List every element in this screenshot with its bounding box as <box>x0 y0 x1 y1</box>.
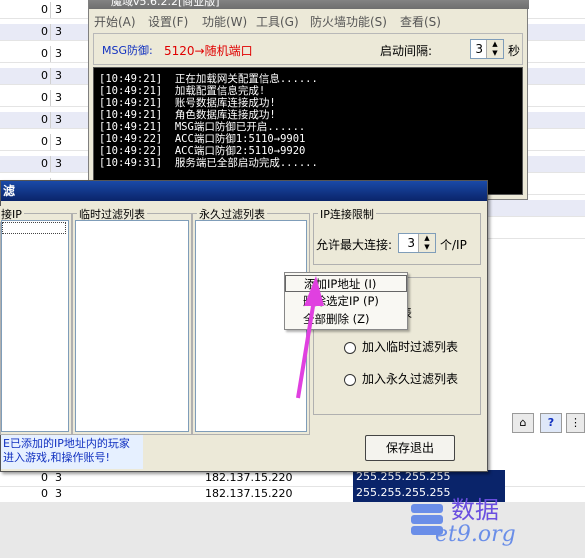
radio-temp-label: 加入临时过滤列表 <box>362 340 459 354</box>
column-divider <box>50 24 51 40</box>
radio-perm-filter[interactable]: 加入永久过滤列表 <box>344 370 458 387</box>
cell-count-a: 0 <box>41 3 48 16</box>
table-row[interactable]: 0 3 182.137.15.220 255.255.255.255 <box>0 470 585 487</box>
cell-count-b: 3 <box>55 471 62 484</box>
spin-down-icon[interactable]: ▼ <box>487 49 503 58</box>
spin-up-icon[interactable]: ▲ <box>487 40 503 49</box>
cell-ip: 182.137.15.220 <box>205 487 293 500</box>
cell-mask: 255.255.255.255 <box>353 470 505 486</box>
ip-limit-group: IP连接限制 允许最大连接: 3 ▲ ▼ 个/IP <box>313 206 481 265</box>
temp-filter-group: 临时过滤列表 <box>72 206 192 435</box>
watermark-domain: et9.org <box>435 522 516 547</box>
cell-count-b: 3 <box>55 135 62 148</box>
spin-up-icon[interactable]: ▲ <box>419 234 435 243</box>
column-divider <box>50 156 51 172</box>
server-window: 魔域v5.6.2.2[商业版] 开始(A) 设置(F) 功能(W) 工具(G) … <box>88 0 529 200</box>
filter-dialog-titlebar: 滤 <box>1 181 487 201</box>
connected-ip-list[interactable] <box>1 220 69 432</box>
ip-limit-title: IP连接限制 <box>318 206 376 222</box>
column-divider <box>50 134 51 150</box>
cell-count-b: 3 <box>55 487 62 500</box>
column-divider <box>50 2 51 18</box>
column-divider <box>50 46 51 62</box>
network-icon[interactable]: ⌂ <box>512 413 534 433</box>
log-console: [10:49:21] 正在加载网关配置信息...... [10:49:21] 加… <box>93 67 523 195</box>
server-window-title: 魔域v5.6.2.2[商业版] <box>111 0 220 8</box>
annotation-arrow <box>296 276 324 399</box>
column-divider <box>50 68 51 84</box>
cell-count-a: 0 <box>41 487 48 500</box>
help-icon[interactable]: ? <box>540 413 562 433</box>
interval-spin-buttons[interactable]: ▲ ▼ <box>486 40 503 58</box>
menu-firewall[interactable]: 防火墙功能(S) <box>310 13 387 30</box>
filter-note: E已添加的IP地址内的玩家 进入游戏,和操作账号! <box>1 435 143 469</box>
save-exit-button[interactable]: 保存退出 <box>365 435 455 461</box>
menu-start[interactable]: 开始(A) <box>94 13 136 30</box>
radio-circle-icon[interactable] <box>344 373 356 386</box>
cell-count-a: 0 <box>41 91 48 104</box>
menu-functions[interactable]: 功能(W) <box>202 13 247 30</box>
max-conn-spin-buttons[interactable]: ▲ ▼ <box>418 234 435 252</box>
interval-spinner[interactable]: 3 ▲ ▼ <box>470 39 504 59</box>
note-line-1: E已添加的IP地址内的玩家 <box>3 437 130 450</box>
menu-bar: 开始(A) 设置(F) 功能(W) 工具(G) 防火墙功能(S) 查看(S) <box>89 11 527 31</box>
max-conn-unit: 个/IP <box>440 238 467 252</box>
cell-count-a: 0 <box>41 113 48 126</box>
cell-count-b: 3 <box>55 25 62 38</box>
interval-unit: 秒 <box>508 44 521 58</box>
temp-filter-list[interactable] <box>75 220 189 432</box>
column-divider <box>50 90 51 106</box>
watermark: 数据 et9.org <box>405 490 585 550</box>
arrow-head-icon <box>304 276 324 306</box>
max-conn-spinner[interactable]: 3 ▲ ▼ <box>398 233 436 253</box>
watermark-brand: 数据 <box>451 496 499 524</box>
menu-settings[interactable]: 设置(F) <box>148 13 188 30</box>
cell-count-b: 3 <box>55 157 62 170</box>
cell-count-b: 3 <box>55 69 62 82</box>
max-conn-label: 允许最大连接: <box>316 238 393 252</box>
menu-view[interactable]: 查看(S) <box>400 13 441 30</box>
radio-circle-icon[interactable] <box>344 341 356 354</box>
msg-defense-label: MSG防御: <box>102 44 153 57</box>
ip-filter-dialog: 滤 接IP 临时过滤列表 永久过滤列表 IP连接限制 允许最大连接: 3 ▲ ▼ … <box>0 180 488 472</box>
filter-dialog-title: 滤 <box>3 184 16 198</box>
list-focus-row[interactable] <box>2 222 66 234</box>
log-line: [10:49:31] 服务端已全部启动完成...... <box>99 157 318 169</box>
note-line-2: 进入游戏,和操作账号! <box>3 451 110 464</box>
cell-count-b: 3 <box>55 113 62 126</box>
more-icon[interactable]: ⋮ <box>566 413 585 433</box>
radio-temp-filter[interactable]: 加入临时过滤列表 <box>344 338 458 355</box>
cell-count-a: 0 <box>41 25 48 38</box>
cell-count-a: 0 <box>41 135 48 148</box>
cell-count-a: 0 <box>41 157 48 170</box>
cell-count-a: 0 <box>41 47 48 60</box>
radio-perm-label: 加入永久过滤列表 <box>362 372 459 386</box>
interval-label: 启动间隔: <box>380 44 433 58</box>
cell-count-b: 3 <box>55 3 62 16</box>
arrow-shaft <box>296 299 316 399</box>
cell-count-a: 0 <box>41 471 48 484</box>
spin-down-icon[interactable]: ▼ <box>419 243 435 252</box>
cell-ip: 182.137.15.220 <box>205 471 293 484</box>
status-panel: MSG防御: 5120→随机端口 启动间隔: 3 ▲ ▼ 秒 <box>93 33 523 65</box>
cell-count-a: 0 <box>41 69 48 82</box>
cell-count-b: 3 <box>55 47 62 60</box>
cell-count-b: 3 <box>55 91 62 104</box>
menu-tools[interactable]: 工具(G) <box>256 13 299 30</box>
connected-ip-group: 接IP <box>0 206 72 435</box>
msg-defense-value: 5120→随机端口 <box>164 44 253 58</box>
server-window-titlebar: 魔域v5.6.2.2[商业版] <box>89 0 529 9</box>
interval-value: 3 <box>475 42 483 56</box>
max-conn-value: 3 <box>407 236 415 250</box>
column-divider <box>50 112 51 128</box>
